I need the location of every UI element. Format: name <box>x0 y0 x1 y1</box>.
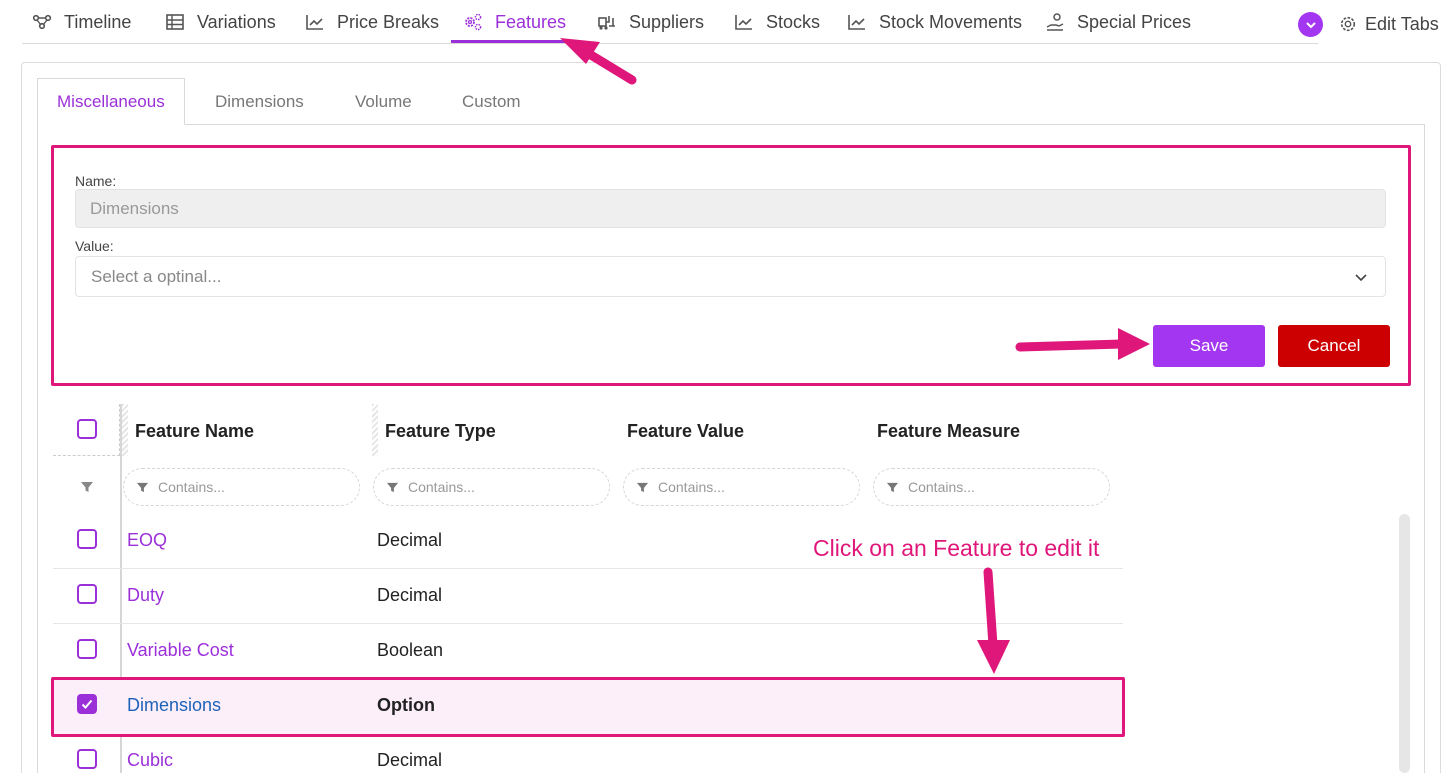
filter-placeholder: Contains... <box>408 479 475 495</box>
column-header-feature-type[interactable]: Feature Type <box>385 421 496 442</box>
column-resizer[interactable] <box>372 404 378 456</box>
feature-name-link[interactable]: Cubic <box>127 750 173 771</box>
subtab-custom[interactable]: Custom <box>462 78 521 125</box>
forklift-icon <box>598 16 615 30</box>
tab-price-breaks[interactable]: Price Breaks <box>305 0 439 44</box>
edit-tabs-label: Edit Tabs <box>1365 13 1439 34</box>
row-checkbox-checked[interactable] <box>77 694 97 714</box>
filter-feature-measure[interactable]: Contains... <box>873 468 1110 506</box>
chart-icon <box>848 15 865 30</box>
select-all-checkbox[interactable] <box>77 419 97 439</box>
subtab-miscellaneous[interactable]: Miscellaneous <box>37 78 185 125</box>
cancel-button[interactable]: Cancel <box>1278 325 1390 367</box>
chart-icon <box>735 15 752 30</box>
table-row[interactable] <box>53 734 1123 773</box>
filter-icon <box>386 482 399 493</box>
tab-label: Suppliers <box>629 11 705 32</box>
filter-placeholder: Contains... <box>158 479 225 495</box>
value-label: Value: <box>75 238 114 254</box>
checkmark-icon <box>81 699 93 709</box>
row-checkbox[interactable] <box>77 749 97 769</box>
chevron-down-icon <box>1305 21 1316 28</box>
edit-tabs-button[interactable]: Edit Tabs <box>1339 10 1439 38</box>
tab-special-prices[interactable]: Special Prices <box>1045 0 1191 44</box>
filter-icon <box>886 482 899 493</box>
filter-icon <box>81 482 93 492</box>
tab-features[interactable]: Features <box>463 0 566 44</box>
feature-name-link[interactable]: Duty <box>127 585 164 606</box>
tab-variations[interactable]: Variations <box>165 0 276 44</box>
name-field: Dimensions <box>75 189 1386 228</box>
tab-stock-movements[interactable]: Stock Movements <box>847 0 1022 44</box>
tab-label: Variations <box>197 11 276 32</box>
grid-scrollbar[interactable] <box>1399 514 1410 773</box>
tab-stocks[interactable]: Stocks <box>734 0 820 44</box>
tabs-dropdown-button[interactable] <box>1298 12 1323 37</box>
gear-icon <box>1340 16 1356 32</box>
feature-type-cell: Decimal <box>377 530 443 550</box>
tab-label: Stock Movements <box>879 11 1023 32</box>
tab-timeline[interactable]: Timeline <box>32 0 131 44</box>
hand-coins-icon <box>1046 13 1064 31</box>
filter-placeholder: Contains... <box>658 479 725 495</box>
filter-feature-value[interactable]: Contains... <box>623 468 860 506</box>
row-checkbox[interactable] <box>77 529 97 549</box>
column-header-feature-measure[interactable]: Feature Measure <box>877 421 1020 442</box>
tab-label: Timeline <box>64 11 132 32</box>
filter-icon <box>136 482 149 493</box>
gears-icon <box>465 13 482 31</box>
row-checkbox[interactable] <box>77 639 97 659</box>
column-header-feature-value[interactable]: Feature Value <box>627 421 744 442</box>
feature-type-cell: Decimal <box>377 585 443 605</box>
tab-label: Stocks <box>766 11 821 32</box>
filter-feature-name[interactable]: Contains... <box>123 468 360 506</box>
filter-feature-type[interactable]: Contains... <box>373 468 610 506</box>
table-row[interactable] <box>53 569 1123 624</box>
row-checkbox[interactable] <box>77 584 97 604</box>
annotation-text: Click on an Feature to edit it <box>813 535 1100 561</box>
timeline-icon <box>32 14 52 30</box>
feature-name-link[interactable]: EOQ <box>127 530 167 551</box>
feature-type-cell: Boolean <box>377 640 444 660</box>
column-resizer[interactable] <box>122 404 128 456</box>
column-header-feature-name[interactable]: Feature Name <box>135 421 254 442</box>
chevron-down-icon <box>1355 274 1367 282</box>
feature-type-cell: Option <box>377 695 435 715</box>
value-select[interactable]: Select a optinal... <box>75 256 1386 297</box>
value-select-placeholder: Select a optinal... <box>91 266 222 286</box>
table-icon <box>166 14 184 30</box>
tab-label: Features <box>495 11 567 32</box>
active-tab-underline <box>451 40 575 43</box>
tab-suppliers[interactable]: Suppliers <box>597 0 704 44</box>
feature-name-link[interactable]: Variable Cost <box>127 640 234 661</box>
filter-icon <box>636 482 649 493</box>
save-button[interactable]: Save <box>1153 325 1265 367</box>
subtab-dimensions[interactable]: Dimensions <box>215 78 304 125</box>
feature-subtabs: Miscellaneous Dimensions Volume Custom <box>37 78 1425 125</box>
feature-name-link[interactable]: Dimensions <box>127 695 221 716</box>
filter-placeholder: Contains... <box>908 479 975 495</box>
chart-icon <box>306 15 323 30</box>
subtab-volume[interactable]: Volume <box>355 78 412 125</box>
name-label: Name: <box>75 173 117 189</box>
tab-label: Special Prices <box>1077 11 1192 32</box>
top-nav-tabs: Timeline Variations Price Breaks Feature… <box>22 0 1318 44</box>
tab-label: Price Breaks <box>337 11 440 32</box>
feature-type-cell: Decimal <box>377 750 443 770</box>
